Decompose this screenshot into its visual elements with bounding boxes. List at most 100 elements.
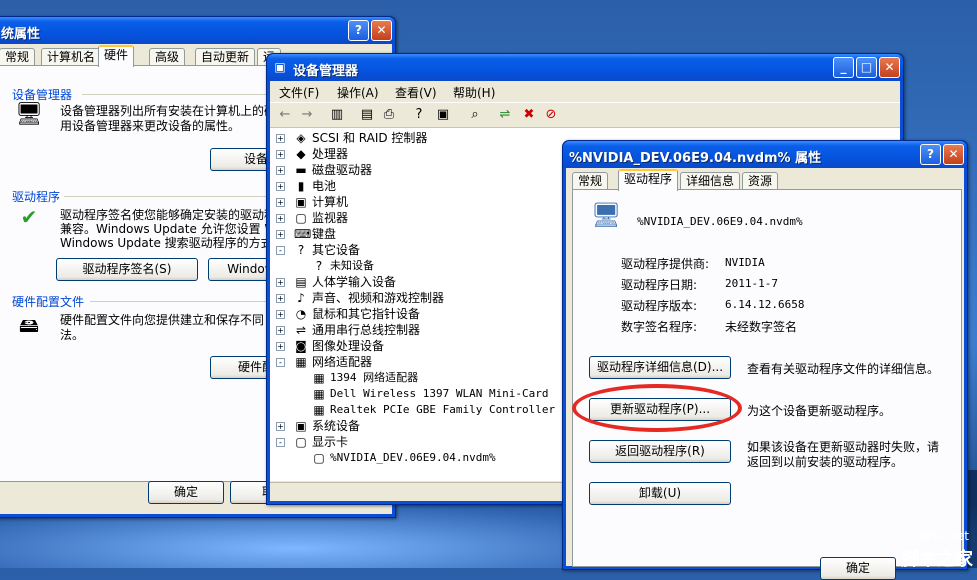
rollback-desc-2: 返回到以前安装的驱动程序。	[747, 455, 904, 469]
print-icon[interactable]: ⎙	[380, 106, 398, 124]
tree-node-label: SCSI 和 RAID 控制器	[312, 131, 428, 145]
device-properties-window: %NVIDIA_DEV.06E9.04.nvdm% 属性 ? ✕ 常规 驱动程序…	[562, 140, 968, 580]
expand-collapse-icon[interactable]: +	[276, 278, 285, 287]
unknown-device-icon: ?	[315, 259, 323, 273]
minimize-button[interactable]: _	[833, 57, 854, 78]
window-title: %NVIDIA_DEV.06E9.04.nvdm% 属性	[569, 151, 822, 166]
computer-icon: ▣	[295, 195, 307, 209]
close-button[interactable]: ✕	[879, 57, 900, 78]
expand-collapse-icon[interactable]: +	[276, 198, 285, 207]
close-button[interactable]: ✕	[943, 144, 964, 165]
close-button[interactable]: ✕	[371, 20, 392, 41]
menu-view[interactable]: 查看(V)	[395, 84, 437, 101]
maximize-button[interactable]: □	[856, 57, 877, 78]
monitor-icon: ▢	[295, 211, 307, 225]
tree-node-label: 人体学输入设备	[312, 275, 397, 289]
expand-collapse-icon[interactable]: +	[276, 326, 285, 335]
expand-collapse-icon[interactable]: -	[276, 246, 285, 255]
driver-signing-icon: ✔	[20, 205, 38, 229]
uninstall-icon[interactable]: ✖	[520, 106, 538, 124]
network-icon: ▦	[295, 355, 307, 369]
system-properties-titlebar[interactable]: 统属性 ? ✕	[0, 17, 395, 44]
expand-collapse-icon[interactable]: +	[276, 166, 285, 175]
driver-details-button[interactable]: 驱动程序详细信息(D)...	[589, 356, 731, 379]
expand-collapse-icon[interactable]: +	[276, 294, 285, 303]
tree-node-label: 计算机	[312, 195, 349, 209]
device-manager-app-icon: ▣	[274, 60, 286, 74]
hw-profile-desc-2: 法。	[60, 328, 85, 342]
tree-node-label: 网络适配器	[312, 355, 373, 369]
scan-hardware-icon[interactable]: ⌕	[466, 106, 484, 124]
expand-collapse-icon[interactable]: +	[276, 134, 285, 143]
forward-icon[interactable]: →	[298, 106, 316, 124]
help-button[interactable]: ?	[348, 20, 369, 41]
signer-value: 未经数字签名	[725, 320, 798, 334]
tab-auto-update[interactable]: 自动更新	[195, 48, 256, 65]
sound-icon: ♪	[297, 291, 305, 305]
menu-file[interactable]: 文件(F)	[279, 84, 319, 101]
tab-advanced[interactable]: 高级	[149, 48, 186, 65]
properties-icon[interactable]: ▤	[358, 106, 376, 124]
date-value: 2011-1-7	[725, 277, 778, 290]
device-manager-desc-2: 用设备管理器来更改设备的属性。	[60, 119, 241, 133]
device-manager-titlebar[interactable]: ▣ 设备管理器 _ □ ✕	[267, 54, 903, 81]
processor-icon: ◆	[296, 147, 306, 161]
tab-resources[interactable]: 资源	[742, 172, 779, 189]
tab-driver[interactable]: 驱动程序	[618, 169, 679, 191]
expand-collapse-icon[interactable]: +	[276, 310, 285, 319]
device-name: %NVIDIA_DEV.06E9.04.nvdm%	[637, 215, 803, 228]
window-title: 统属性	[1, 27, 41, 42]
tree-node-label: 处理器	[312, 147, 349, 161]
highlight-annotation	[572, 384, 742, 432]
rollback-driver-button[interactable]: 返回驱动程序(R)	[589, 440, 731, 463]
update-driver-desc: 为这个设备更新驱动程序。	[747, 404, 892, 418]
hw-profile-heading: 硬件配置文件	[12, 295, 85, 309]
display-adapter-icon: 🖥	[591, 201, 622, 229]
version-value: 6.14.12.6658	[725, 298, 805, 311]
device-properties-titlebar[interactable]: %NVIDIA_DEV.06E9.04.nvdm% 属性 ? ✕	[563, 141, 967, 168]
tab-details[interactable]: 详细信息	[680, 172, 741, 189]
expand-collapse-icon[interactable]: +	[276, 182, 285, 191]
network-warning-icon: ▦	[313, 371, 325, 385]
update-driver-icon[interactable]: ⇌	[496, 106, 514, 124]
expand-collapse-icon[interactable]: -	[276, 438, 285, 447]
menu-help[interactable]: 帮助(H)	[453, 84, 495, 101]
back-icon[interactable]: ←	[276, 106, 294, 124]
hid-icon: ▤	[295, 275, 307, 289]
expand-collapse-icon[interactable]: +	[276, 150, 285, 159]
menu-bar: 文件(F) 操作(A) 查看(V) 帮助(H)	[270, 81, 900, 101]
view-icon[interactable]: ▣	[434, 106, 452, 124]
ok-button[interactable]: 确定	[148, 481, 224, 504]
tab-general[interactable]: 常规	[0, 48, 36, 65]
tree-node-label: 1394 网络适配器	[330, 371, 419, 384]
expand-collapse-icon[interactable]: +	[276, 342, 285, 351]
expand-collapse-icon[interactable]: -	[276, 358, 285, 367]
uninstall-button[interactable]: 卸载(U)	[589, 482, 731, 505]
tree-node-label: 系统设备	[312, 419, 361, 433]
tree-node-label: 鼠标和其它指针设备	[312, 307, 421, 321]
console-tree-icon[interactable]: ▥	[328, 106, 346, 124]
ok-button[interactable]: 确定	[820, 557, 896, 580]
tree-node-label: %NVIDIA_DEV.06E9.04.nvdm%	[330, 451, 496, 464]
expand-collapse-icon[interactable]: +	[276, 214, 285, 223]
hardware-profile-icon: 🖴	[18, 313, 40, 337]
tree-node-label: 其它设备	[312, 243, 361, 257]
help-button[interactable]: ?	[920, 144, 941, 165]
device-manager-icon: 🖥	[15, 102, 43, 127]
tab-computer-name[interactable]: 计算机名	[41, 48, 102, 65]
tree-node-label: 通用串行总线控制器	[312, 323, 421, 337]
watermark-site: jb51.net	[919, 529, 969, 543]
tab-hardware[interactable]: 硬件	[98, 45, 135, 67]
expand-collapse-icon[interactable]: +	[276, 422, 285, 431]
system-icon: ▣	[295, 419, 307, 433]
display-icon: ▢	[295, 435, 307, 449]
driver-signing-button[interactable]: 驱动程序签名(S)	[56, 258, 198, 281]
tab-general[interactable]: 常规	[572, 172, 609, 189]
disable-icon[interactable]: ⊘	[542, 106, 560, 124]
watermark-brand: 脚本之家	[901, 549, 973, 570]
display-adapter-icon: ▢	[313, 451, 325, 465]
menu-action[interactable]: 操作(A)	[337, 84, 379, 101]
help-icon[interactable]: ?	[410, 106, 428, 124]
expand-collapse-icon[interactable]: +	[276, 230, 285, 239]
disk-icon: ▬	[295, 163, 307, 177]
